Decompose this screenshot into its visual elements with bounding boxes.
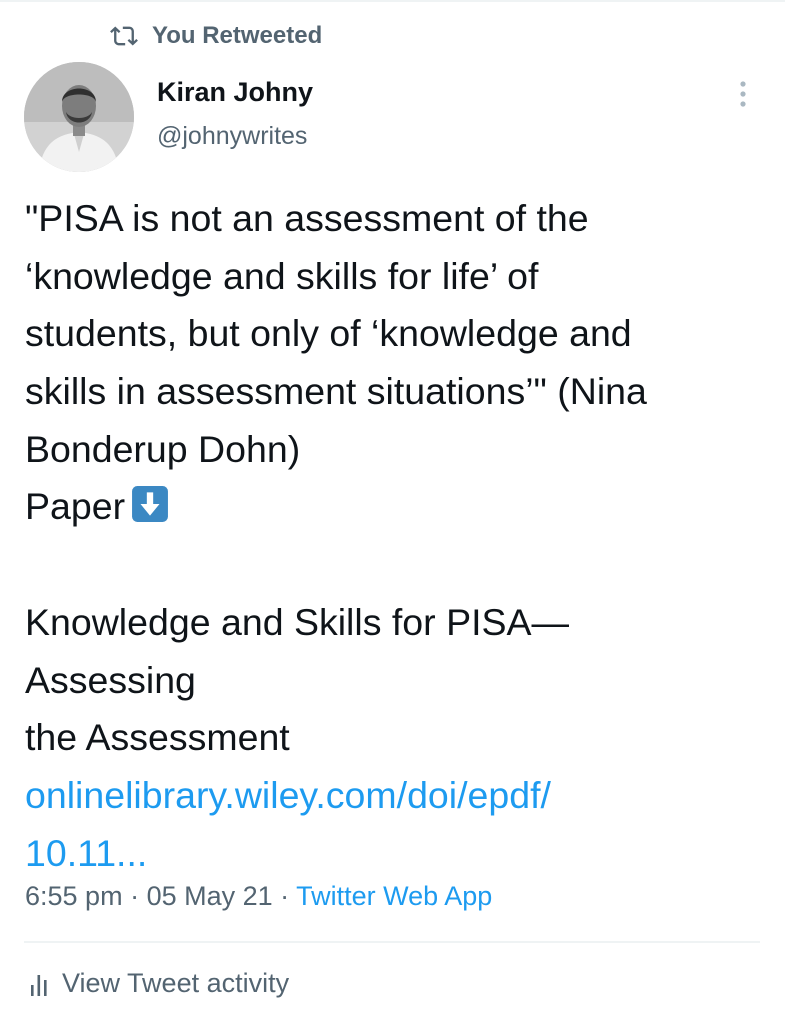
paper-title-line: Knowledge and Skills for PISA— (25, 600, 570, 643)
tweet-detail-page: You Retweeted Kiran Johny @johnywrites "… (0, 0, 785, 1024)
retweet-icon (110, 26, 138, 46)
tweet-time[interactable]: 6:55 pm (25, 881, 123, 911)
meta-separator: · (122, 881, 147, 911)
retweet-context[interactable]: You Retweeted (110, 22, 322, 50)
avatar[interactable] (24, 62, 134, 172)
tweet-line: ‘knowledge and skills for life’ of (25, 254, 539, 297)
tweet-date[interactable]: 05 May 21 (147, 881, 273, 911)
tweet-meta: 6:55 pm · 05 May 21 · Twitter Web App (25, 881, 492, 912)
view-tweet-activity-label: View Tweet activity (62, 968, 290, 998)
retweet-context-label: You Retweeted (152, 22, 323, 49)
author-handle[interactable]: @johnywrites (157, 122, 307, 151)
tweet-text: "PISA is not an assessment of the ‘knowl… (25, 190, 775, 882)
analytics-bars-icon (31, 974, 47, 996)
profile-photo-icon (24, 62, 134, 172)
paper-label: Paper (25, 485, 126, 528)
tweet-source-app[interactable]: Twitter Web App (296, 881, 492, 911)
view-tweet-activity-button[interactable]: View Tweet activity (30, 968, 289, 999)
author-name[interactable]: Kiran Johny (157, 77, 313, 108)
meta-separator: · (272, 881, 297, 911)
top-divider (0, 0, 785, 2)
down-arrow-emoji-icon (132, 486, 169, 523)
tweet-line: students, but only of ‘knowledge and (25, 312, 632, 355)
paper-title-line: the Assessment (25, 716, 290, 759)
tweet-line: Bonderup Dohn) (25, 427, 301, 470)
tweet-line-paper: Paper (25, 478, 775, 536)
tweet-line: "PISA is not an assessment of the (25, 197, 589, 239)
tweet-line: skills in assessment situations’" (Nina (25, 370, 647, 413)
paper-link-line[interactable]: 10.11... (25, 825, 775, 883)
paper-link-line[interactable]: onlinelibrary.wiley.com/doi/epdf/ (25, 767, 775, 825)
divider (24, 941, 760, 943)
more-vertical-icon[interactable] (733, 78, 753, 110)
paper-title-line: Assessing (25, 658, 196, 701)
